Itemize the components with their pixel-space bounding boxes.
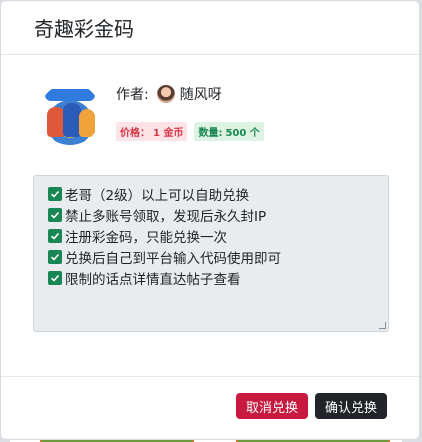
game-cover-image (39, 83, 101, 145)
cover-figure (79, 109, 95, 137)
confirm-redeem-button[interactable]: 确认兑换 (315, 393, 387, 419)
check-square-icon (48, 228, 62, 243)
check-square-icon (48, 207, 62, 222)
rule-text: 限制的话点详情直达帖子查看 (65, 271, 241, 288)
price-label: 价格： (120, 128, 150, 139)
author-name[interactable]: 随风呀 (180, 84, 222, 104)
info-tags: 价格： 1 金币 数量: 500 个 (116, 122, 264, 141)
price-badge: 价格： 1 金币 (116, 122, 188, 141)
count-value: 500 个 (225, 128, 260, 139)
rule-text: 注册彩金码，只能兑换一次 (65, 229, 227, 246)
rule-item: 兑换后自己到平台输入代码使用即可 (48, 246, 388, 267)
resize-handle[interactable] (379, 322, 386, 329)
modal-body: 作者: 随风呀 价格： 1 金币 数量: 500 个 老哥（2级）以上可以自助兑… (1, 55, 419, 377)
cancel-redeem-button[interactable]: 取消兑换 (236, 393, 308, 419)
user-avatar (156, 85, 175, 103)
check-square-icon (48, 186, 62, 201)
rule-item: 禁止多账号领取，发现后永久封IP (48, 204, 388, 225)
rule-item: 注册彩金码，只能兑换一次 (48, 225, 388, 246)
rule-text: 兑换后自己到平台输入代码使用即可 (65, 250, 281, 267)
author-label: 作者: (116, 87, 149, 103)
redeem-modal: 奇趣彩金码 作者: 随风呀 价格： 1 金币 数量: 500 个 老哥（2级）以… (0, 0, 420, 440)
rule-text: 老哥（2级）以上可以自助兑换 (65, 187, 250, 204)
check-square-icon (48, 249, 62, 264)
author-row: 作者: 随风呀 (116, 84, 222, 104)
price-value: 1 金币 (153, 128, 184, 139)
modal-title: 奇趣彩金码 (34, 17, 134, 41)
rule-item: 老哥（2级）以上可以自助兑换 (48, 183, 388, 204)
modal-footer: 取消兑换 确认兑换 (1, 376, 419, 442)
cover-logo (45, 89, 95, 101)
rules-textarea[interactable]: 老哥（2级）以上可以自助兑换 禁止多账号领取，发现后永久封IP 注册彩金码，只能… (33, 175, 389, 332)
count-badge: 数量: 500 个 (194, 122, 264, 141)
modal-header: 奇趣彩金码 (1, 1, 419, 55)
count-label: 数量: (198, 128, 223, 139)
rule-item: 限制的话点详情直达帖子查看 (48, 267, 388, 288)
rule-text: 禁止多账号领取，发现后永久封IP (65, 208, 267, 225)
check-square-icon (48, 270, 62, 285)
